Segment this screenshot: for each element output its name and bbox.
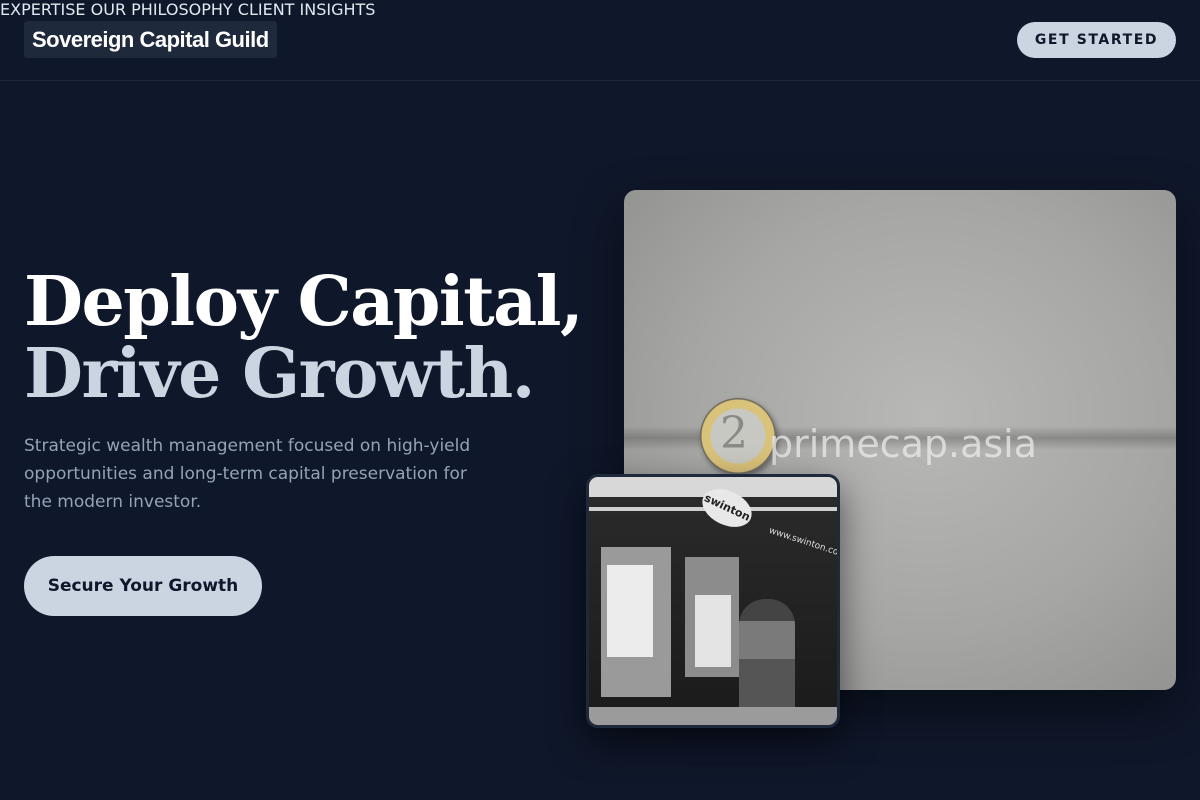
- get-started-button[interactable]: GET STARTED: [1017, 22, 1176, 58]
- hero-headline: Deploy Capital, Drive Growth.: [24, 262, 584, 414]
- hero-subtext: Strategic wealth management focused on h…: [24, 436, 471, 512]
- image-watermark: primecap.asia: [769, 422, 1038, 466]
- main-nav: EXPERTISE OUR PHILOSOPHY CLIENT INSIGHTS: [0, 0, 1200, 19]
- headline-line-2: Drive Growth.: [24, 334, 535, 414]
- nav-link-our-philosophy[interactable]: OUR PHILOSOPHY: [91, 0, 233, 19]
- nav-link-expertise[interactable]: EXPERTISE: [0, 0, 86, 19]
- secure-your-growth-button[interactable]: Secure Your Growth: [24, 556, 262, 616]
- storefront-pavement: [589, 707, 837, 725]
- coin-image: [700, 398, 776, 474]
- headline-line-1: Deploy Capital,: [24, 262, 584, 342]
- storefront-poster-left: [607, 565, 653, 657]
- brand-logo[interactable]: Sovereign Capital Guild: [24, 21, 277, 58]
- hero-image-secondary: swinton www.swinton.co.uk: [586, 474, 840, 728]
- site-header: Sovereign Capital Guild EXPERTISE OUR PH…: [0, 0, 1200, 81]
- storefront-poster-center: [695, 595, 731, 667]
- nav-link-client-insights[interactable]: CLIENT INSIGHTS: [238, 0, 376, 19]
